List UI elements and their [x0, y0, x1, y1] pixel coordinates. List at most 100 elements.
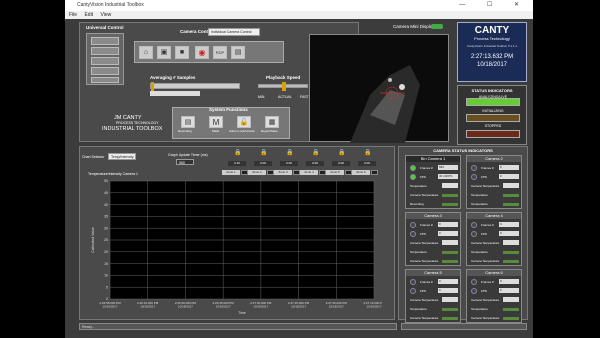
universal-item-1[interactable]: [91, 37, 119, 45]
zone-value-1[interactable]: 0.10: [228, 161, 246, 166]
camera-card[interactable]: Camera 2 Frames # 0 FPS 0 Camera Temperature T…: [466, 155, 522, 209]
menu-edit[interactable]: Edit: [84, 12, 93, 18]
zone-color-swatch-5[interactable]: [345, 170, 352, 175]
zone-value-5[interactable]: 0.00: [332, 161, 350, 166]
temp-label: Camera Temperature: [410, 241, 439, 245]
zone-value-3[interactable]: 0.00: [280, 161, 298, 166]
averaging-slider-thumb[interactable]: [151, 82, 154, 91]
camera-status-led: [471, 222, 477, 228]
camera-card[interactable]: Camera 4 Frames # 0 FPS 0 Camera Temperature T…: [466, 212, 522, 266]
frames-value: 684: [438, 165, 458, 170]
fps-value: 0: [499, 174, 519, 179]
x-tick-label: 2:26:30.000 PM 10/18/2017: [175, 301, 197, 309]
zone-lock-icon[interactable]: 🔒: [234, 149, 241, 156]
playback-slider-thumb[interactable]: [282, 82, 286, 91]
camera-card-title: Bin Camera 1: [406, 156, 460, 162]
chart-selector[interactable]: Temp/Intensity: [108, 153, 136, 160]
x-tick-label: 2:27:13.000 PM10/18/2017: [363, 301, 382, 309]
zone-lock-icon[interactable]: 🔒: [286, 149, 293, 156]
recording-indicator: [503, 260, 519, 263]
zone-color-swatch-4[interactable]: [319, 170, 326, 175]
averaging-slider[interactable]: [150, 82, 240, 91]
recording-button[interactable]: ▤: [181, 116, 195, 128]
recording-status-label: Temperature: [471, 202, 488, 206]
camera-status-title: CAMERA STATUS INDICATORS: [433, 148, 493, 153]
playback-slider[interactable]: [258, 82, 308, 91]
status-analyzing-label: ANALYZING/LIVE: [478, 95, 508, 99]
save-icon-button[interactable]: ▤: [231, 46, 245, 59]
universal-item-4[interactable]: [91, 67, 119, 75]
zone-label-5: Zone 5: [326, 170, 344, 175]
app-window: CantyVision Industrial Toolbox — ☐ ✕ Fil…: [65, 0, 533, 338]
zone-color-swatch-2[interactable]: [267, 170, 274, 175]
averaging-value-box[interactable]: [150, 91, 200, 96]
chart-panel: Chart Selector Temp/Intensity Graph Upda…: [79, 146, 395, 320]
zone-lock-icon[interactable]: 🔒: [312, 149, 319, 156]
status-analyzing: [466, 98, 520, 106]
graph-update-label: Graph Update Timer (ms): [168, 153, 208, 157]
system-functions-title: System Functions: [209, 107, 248, 112]
universal-item-3[interactable]: [91, 57, 119, 65]
film-icon-button[interactable]: ▣: [157, 46, 171, 59]
lock-button[interactable]: 🔓: [237, 116, 251, 128]
camera-mini-label: Camera Mini Display: [393, 24, 435, 29]
x-axis-label: Time: [238, 311, 246, 315]
universal-item-2[interactable]: [91, 47, 119, 55]
frames-label: Frames #: [481, 223, 494, 227]
zone-value-6[interactable]: 0.00: [358, 161, 376, 166]
temp-value: [442, 183, 458, 188]
playback-actual: ACTUAL: [278, 95, 292, 99]
camera-status-led: [471, 231, 477, 237]
rdp-icon-button[interactable]: RDP: [213, 46, 227, 59]
logo-sub: Process Technology: [474, 36, 510, 41]
recording-indicator: [503, 317, 519, 320]
camera-mini-toggle[interactable]: [431, 24, 443, 29]
camera-card[interactable]: Camera 5 Frames # 0 FPS 0 Camera Temperature T…: [405, 269, 461, 323]
graph-update-value[interactable]: 550: [176, 159, 194, 165]
camera-card[interactable]: Bin Camera 1 Frames # 684 FPS 30.10FPS Temper…: [405, 155, 461, 209]
x-tick-label: 2:26:45.000 PM 10/18/2017: [213, 301, 235, 309]
record-icon-button[interactable]: ◉: [195, 46, 209, 59]
recording-status-label: Camera Temperature: [410, 316, 439, 320]
cam-temp-indicator: [503, 308, 519, 311]
zone-color-swatch-6[interactable]: [371, 170, 378, 175]
cam-temp-label: Camera Temperature: [410, 193, 439, 197]
zone-lock-icon[interactable]: 🔒: [338, 149, 345, 156]
frames-label: Frames #: [420, 166, 433, 170]
mask-button[interactable]: M: [209, 116, 223, 128]
temp-value: [503, 297, 519, 302]
frames-label: Frames #: [420, 223, 433, 227]
logo-panel: CANTY Process Technology CantyVision Ind…: [457, 22, 527, 82]
y-tick-label: 35: [104, 215, 108, 219]
camera-card[interactable]: Camera 6 Frames # 0 FPS 0 Camera Temperature T…: [466, 269, 522, 323]
frames-value: 0: [438, 222, 458, 227]
y-tick-label: 40: [104, 203, 108, 207]
zone-color-swatch-1[interactable]: [241, 170, 248, 175]
zone-value-2[interactable]: 0.00: [254, 161, 272, 166]
universal-item-5[interactable]: [91, 77, 119, 83]
camera-control-select[interactable]: Individual Camera Control: [208, 28, 260, 36]
fps-value: 0: [438, 231, 458, 236]
y-axis-label: Calibrated Value: [91, 227, 95, 253]
cam-temp-indicator: [442, 194, 458, 197]
camera-icon-button[interactable]: ⌂: [139, 46, 153, 59]
zone-lock-icon[interactable]: 🔒: [260, 149, 267, 156]
chart-selector-label: Chart Selector: [82, 155, 105, 159]
camera-mini-display[interactable]: [309, 34, 449, 143]
zone-color-swatch-3[interactable]: [293, 170, 300, 175]
camera-card-title: Camera 2: [467, 156, 521, 162]
camera-card[interactable]: Camera 3 Frames # 0 FPS 0 Camera Temperature T…: [405, 212, 461, 266]
menu-view[interactable]: View: [100, 12, 111, 18]
zone-label-3: Zone 3: [274, 170, 292, 175]
fps-label: FPS: [420, 232, 426, 236]
camera-card-title: Camera 3: [406, 213, 460, 219]
report-button[interactable]: ▦: [265, 116, 279, 128]
zone-lock-icon[interactable]: 🔒: [364, 149, 371, 156]
menu-file[interactable]: File: [69, 12, 77, 18]
stop-icon-button[interactable]: ■: [175, 46, 189, 59]
window-controls[interactable]: — ☐ ✕: [459, 0, 529, 11]
status-title: STATUS INDICATORS: [471, 88, 513, 93]
zone-value-4[interactable]: 0.00: [306, 161, 324, 166]
fps-value: 0: [438, 288, 458, 293]
camera-feed-image: [350, 65, 420, 143]
